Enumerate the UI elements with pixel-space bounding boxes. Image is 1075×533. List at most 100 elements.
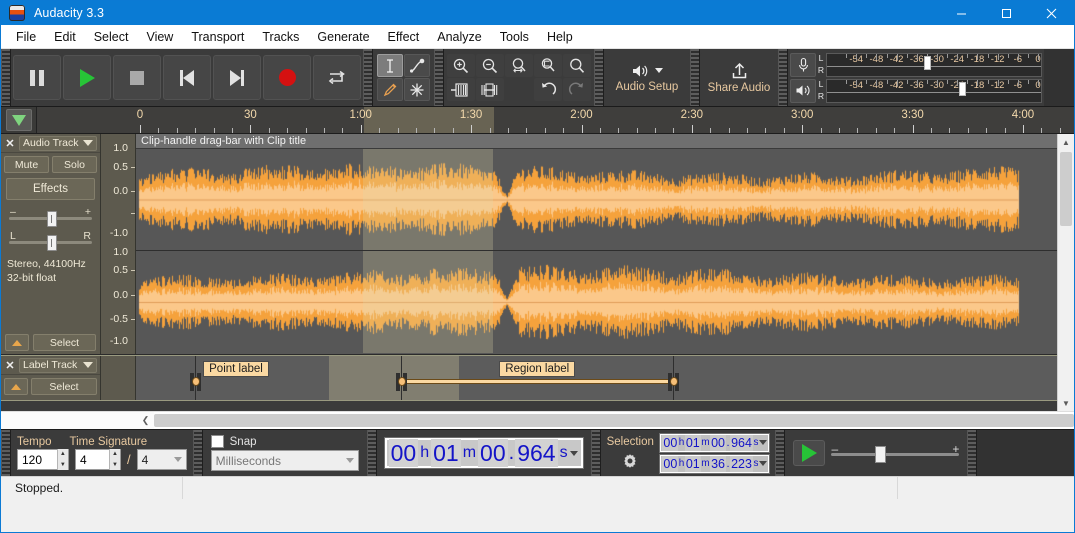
tools-toolbar-grabber[interactable] bbox=[363, 49, 373, 106]
draw-tool[interactable] bbox=[377, 78, 403, 101]
point-label-text[interactable]: Point label bbox=[203, 361, 269, 377]
region-label-end-handle[interactable] bbox=[668, 373, 680, 391]
redo-button[interactable] bbox=[563, 78, 591, 101]
select-track-button[interactable]: Select bbox=[33, 334, 96, 351]
mute-button[interactable]: Mute bbox=[4, 156, 49, 173]
pause-button[interactable] bbox=[13, 55, 61, 100]
tempo-spinner[interactable]: ▲ ▼ bbox=[56, 449, 68, 470]
audio-track-name-menu[interactable]: Audio Track bbox=[19, 135, 97, 151]
label-selection-region[interactable] bbox=[329, 356, 459, 400]
pan-slider[interactable]: L R bbox=[9, 230, 92, 251]
collapse-label-track-button[interactable] bbox=[4, 378, 28, 395]
audio-setup-button[interactable]: Audio Setup bbox=[604, 53, 690, 102]
region-label-start-handle[interactable] bbox=[396, 373, 408, 391]
time-signature-spinner[interactable]: ▲ ▼ bbox=[109, 449, 120, 470]
effects-button[interactable]: Effects bbox=[6, 178, 95, 200]
share-audio-toolbar-grabber[interactable] bbox=[690, 49, 700, 106]
tempo-down[interactable]: ▼ bbox=[57, 459, 68, 470]
silence-audio-button[interactable] bbox=[476, 78, 504, 101]
selection-end-display[interactable]: 00 h 01 m 36 . 223 s bbox=[659, 454, 770, 473]
region-label-text[interactable]: Region label bbox=[499, 361, 576, 377]
undo-button[interactable] bbox=[534, 78, 562, 101]
recording-meter-button[interactable] bbox=[790, 52, 816, 77]
time-signature-toolbar-grabber[interactable] bbox=[1, 430, 11, 476]
menu-tools[interactable]: Tools bbox=[491, 27, 538, 47]
menu-file[interactable]: File bbox=[7, 27, 45, 47]
audio-setup-toolbar-grabber[interactable] bbox=[594, 49, 604, 106]
selection-settings-button[interactable] bbox=[619, 451, 641, 471]
maximize-button[interactable] bbox=[984, 1, 1029, 25]
trim-audio-button[interactable] bbox=[447, 78, 475, 101]
menu-analyze[interactable]: Analyze bbox=[428, 27, 490, 47]
meter-toolbar-grabber[interactable] bbox=[778, 49, 788, 106]
speed-slider-thumb[interactable] bbox=[875, 446, 887, 463]
label-track-canvas[interactable]: Point label Region label bbox=[136, 356, 1057, 400]
selection-toolbar-grabber[interactable] bbox=[590, 430, 601, 476]
record-button[interactable] bbox=[263, 55, 311, 100]
audio-position-toolbar-grabber[interactable] bbox=[366, 430, 377, 476]
solo-button[interactable]: Solo bbox=[52, 156, 97, 173]
snap-unit-select[interactable]: Milliseconds bbox=[210, 450, 359, 471]
recording-meter-scale[interactable]: -54-48-42-36-30-24-18-12-60 bbox=[826, 52, 1042, 77]
point-label-handle[interactable] bbox=[190, 373, 202, 391]
audio-position-format-dropdown[interactable] bbox=[568, 440, 580, 466]
time-signature-upper-field[interactable]: ▲▼ bbox=[75, 449, 121, 470]
close-track-button[interactable]: ✕ bbox=[1, 137, 19, 150]
close-button[interactable] bbox=[1029, 1, 1074, 25]
play-button[interactable] bbox=[63, 55, 111, 100]
label-track-name-menu[interactable]: Label Track bbox=[19, 357, 97, 373]
pinned-play-head-button[interactable] bbox=[5, 109, 32, 131]
select-label-track-button[interactable]: Select bbox=[31, 378, 97, 395]
horizontal-scroll-thumb[interactable] bbox=[154, 414, 1074, 427]
meter-cursor[interactable] bbox=[923, 55, 931, 70]
play-at-speed-toolbar-grabber[interactable] bbox=[775, 430, 786, 476]
playback-meter-button[interactable] bbox=[790, 78, 816, 103]
ts-up[interactable]: ▲ bbox=[110, 449, 120, 460]
vertical-scrollbar[interactable]: ▲ ▼ bbox=[1057, 134, 1074, 411]
play-at-speed-button[interactable] bbox=[793, 440, 826, 466]
multi-tool[interactable] bbox=[404, 78, 430, 101]
skip-to-start-button[interactable] bbox=[163, 55, 211, 100]
menu-help[interactable]: Help bbox=[538, 27, 582, 47]
playback-speed-slider[interactable]: – + bbox=[831, 442, 960, 463]
menu-select[interactable]: Select bbox=[85, 27, 138, 47]
snap-checkbox[interactable] bbox=[210, 435, 224, 448]
timeline-ruler[interactable]: 0 30 1:00 1:30 2:00 2:30 3:00 3:30 4:00 bbox=[37, 107, 1074, 133]
menu-effect[interactable]: Effect bbox=[379, 27, 429, 47]
sel-end-format-dropdown[interactable] bbox=[758, 455, 768, 472]
minimize-button[interactable] bbox=[939, 1, 984, 25]
menu-transport[interactable]: Transport bbox=[182, 27, 253, 47]
menu-tracks[interactable]: Tracks bbox=[253, 27, 308, 47]
menu-generate[interactable]: Generate bbox=[308, 27, 378, 47]
waveform-left-channel[interactable] bbox=[136, 149, 1057, 250]
audio-position-display[interactable]: 00 h 01 m 00 . 964 s bbox=[384, 438, 583, 468]
ts-down[interactable]: ▼ bbox=[110, 459, 120, 470]
pan-slider-thumb[interactable] bbox=[46, 235, 57, 251]
collapse-track-button[interactable] bbox=[5, 334, 29, 351]
hscroll-track[interactable] bbox=[154, 412, 1074, 429]
region-label-bar[interactable] bbox=[405, 379, 670, 384]
audio-vertical-ruler[interactable]: 1.0 0.5 0.0 -1.0 1.0 0.5 0.0 -0.5 -1.0 bbox=[101, 134, 136, 354]
time-signature-lower-select[interactable]: 4 bbox=[136, 449, 187, 470]
zoom-out-button[interactable] bbox=[476, 54, 504, 77]
menu-view[interactable]: View bbox=[137, 27, 182, 47]
scroll-up-arrow[interactable]: ▲ bbox=[1058, 134, 1074, 150]
selection-tool[interactable] bbox=[377, 54, 403, 77]
horizontal-scrollbar[interactable]: ❮ bbox=[1, 411, 1074, 429]
loop-button[interactable] bbox=[313, 55, 361, 100]
share-audio-button[interactable]: Share Audio bbox=[700, 53, 778, 102]
selection-start-display[interactable]: 00 h 01 m 00 . 964 s bbox=[659, 433, 770, 452]
meter-cursor[interactable] bbox=[959, 81, 967, 96]
tempo-input[interactable] bbox=[18, 450, 57, 469]
transport-toolbar-grabber[interactable] bbox=[1, 49, 11, 106]
bottom-dock-end-grabber[interactable] bbox=[967, 430, 978, 476]
snapping-toolbar-grabber[interactable] bbox=[192, 430, 203, 476]
gain-slider-thumb[interactable] bbox=[46, 211, 57, 227]
fit-selection-button[interactable] bbox=[505, 54, 533, 77]
scroll-left-arrow[interactable]: ❮ bbox=[137, 412, 154, 429]
close-label-track-button[interactable]: ✕ bbox=[1, 359, 19, 372]
playback-meter-scale[interactable]: -54-48-42-36-30-24-18-12-60 bbox=[826, 78, 1042, 103]
waveform-right-channel[interactable] bbox=[136, 251, 1057, 353]
scroll-down-arrow[interactable]: ▼ bbox=[1058, 395, 1074, 411]
skip-to-end-button[interactable] bbox=[213, 55, 261, 100]
